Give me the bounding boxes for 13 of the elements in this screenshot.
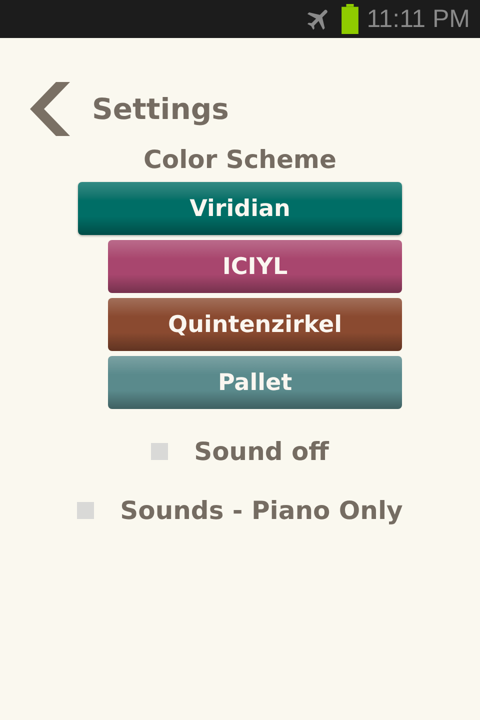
option-label: Sound off	[194, 437, 329, 466]
page-title: Settings	[92, 92, 229, 126]
section-heading: Color Scheme	[142, 145, 338, 174]
color-scheme-button[interactable]: Pallet	[108, 356, 402, 409]
color-scheme-button[interactable]: ICIYL	[108, 240, 402, 293]
checkbox[interactable]	[77, 502, 94, 519]
color-scheme-button[interactable]: Quintenzirkel	[108, 298, 402, 351]
checkbox[interactable]	[151, 443, 168, 460]
color-scheme-button[interactable]: Viridian	[78, 182, 402, 235]
option-label: Sounds - Piano Only	[120, 496, 403, 525]
battery-icon	[340, 4, 359, 34]
clock-time: 11:11 PM	[366, 4, 470, 34]
back-chevron-icon[interactable]	[30, 82, 70, 136]
